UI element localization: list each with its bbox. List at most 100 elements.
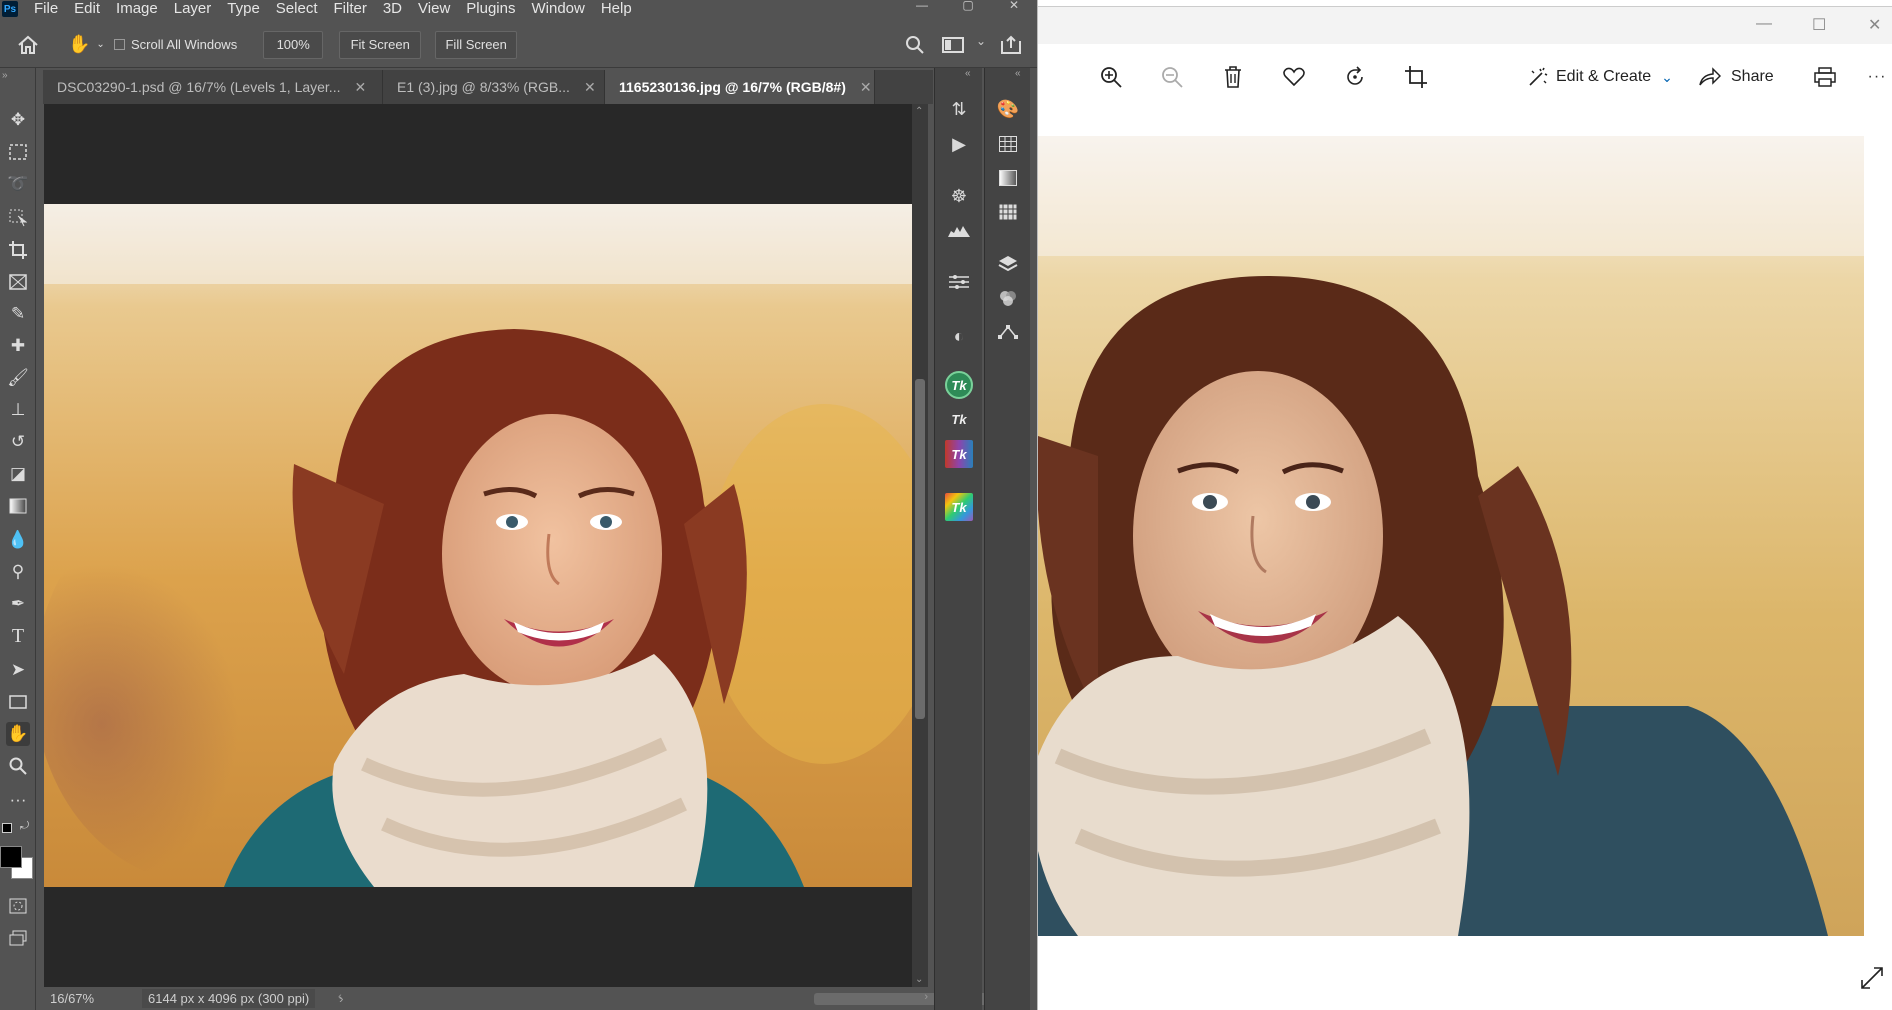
panel-collapse-icon[interactable]: « — [1015, 68, 1021, 79]
dodge-icon[interactable]: ⚲ — [6, 560, 30, 584]
search-icon[interactable] — [905, 35, 925, 58]
document-canvas[interactable] — [44, 104, 912, 987]
type-icon[interactable]: T — [6, 624, 30, 648]
close-icon[interactable]: ✕ — [354, 79, 366, 96]
path-select-icon[interactable]: ➤ — [6, 658, 30, 682]
edit-create-button[interactable]: Edit & Create ⌄ — [1528, 63, 1673, 91]
menu-filter[interactable]: Filter — [326, 0, 375, 18]
layers-icon[interactable] — [994, 250, 1022, 278]
gradient-icon[interactable] — [6, 494, 30, 518]
home-icon[interactable] — [8, 35, 48, 55]
workspace-icon[interactable] — [942, 36, 964, 57]
horizontal-scrollbar[interactable]: ‹ › — [336, 987, 1002, 1010]
hand-tool-preset-icon[interactable]: ✋ ⌄ — [68, 34, 108, 55]
tab-e1[interactable]: E1 (3).jpg @ 8/33% (RGB... ✕ — [383, 70, 605, 104]
menu-3d[interactable]: 3D — [375, 0, 410, 18]
tab-1165230136[interactable]: 1165230136.jpg @ 16/7% (RGB/8#) ✕ — [605, 70, 875, 104]
share-export-icon[interactable] — [1000, 35, 1022, 58]
scroll-up-icon[interactable]: ⌃ — [915, 106, 923, 117]
menu-image[interactable]: Image — [108, 0, 166, 18]
menu-file[interactable]: File — [26, 0, 66, 18]
menu-view[interactable]: View — [410, 0, 458, 18]
maximize-icon[interactable]: ☐ — [1812, 15, 1826, 35]
close-icon[interactable]: ✕ — [991, 0, 1037, 18]
maximize-icon[interactable]: ▢ — [945, 0, 991, 18]
paths-icon[interactable] — [994, 318, 1022, 346]
foreground-color-swatch[interactable] — [0, 846, 22, 868]
zoom-in-icon[interactable] — [1098, 64, 1124, 90]
close-icon[interactable]: ✕ — [860, 79, 872, 96]
rotate-icon[interactable] — [1342, 64, 1368, 90]
default-colors-icon[interactable] — [2, 823, 12, 833]
history-panel-icon[interactable]: ⇅ — [945, 95, 973, 123]
share-button[interactable]: Share — [1699, 63, 1774, 91]
menu-select[interactable]: Select — [268, 0, 326, 18]
vertical-scroll-thumb[interactable] — [915, 379, 925, 719]
scroll-down-icon[interactable]: ⌄ — [915, 974, 923, 985]
screen-mode-icon[interactable] — [6, 926, 30, 950]
menu-edit[interactable]: Edit — [66, 0, 108, 18]
workspace-chevron-icon[interactable]: ⌄ — [976, 34, 986, 48]
history-brush-icon[interactable]: ↺ — [6, 430, 30, 454]
eraser-icon[interactable]: ◪ — [6, 462, 30, 486]
menu-plugins[interactable]: Plugins — [458, 0, 523, 18]
adjustments-sliders-icon[interactable] — [945, 268, 973, 296]
menu-window[interactable]: Window — [523, 0, 592, 18]
pen-icon[interactable]: ✒ — [6, 592, 30, 616]
scroll-all-windows-checkbox[interactable] — [114, 39, 125, 50]
tab-dsc03290[interactable]: DSC03290-1.psd @ 16/7% (Levels 1, Layer.… — [43, 70, 383, 104]
close-icon[interactable]: ✕ — [584, 79, 596, 96]
crop-icon[interactable] — [6, 238, 30, 262]
tk-plugin-rainbow-icon[interactable]: Tk — [945, 493, 973, 521]
eyedropper-icon[interactable]: ✎ — [6, 302, 30, 326]
color-palette-icon[interactable]: 🎨 — [994, 95, 1022, 123]
tk-plugin-color-icon[interactable]: Tk — [945, 440, 973, 468]
quick-mask-icon[interactable] — [6, 894, 30, 918]
menu-type[interactable]: Type — [219, 0, 268, 18]
more-options-icon[interactable]: ··· — [1864, 64, 1890, 90]
tk-plugin-script-icon[interactable]: Tk — [945, 405, 973, 433]
channels-icon[interactable] — [994, 284, 1022, 312]
frame-icon[interactable] — [6, 270, 30, 294]
delete-icon[interactable] — [1220, 64, 1246, 90]
scroll-right-icon[interactable]: › — [924, 991, 928, 1003]
status-zoom[interactable]: 16/67% — [36, 991, 106, 1006]
swatches-grid-icon[interactable] — [994, 130, 1022, 158]
histogram-icon[interactable] — [945, 216, 973, 244]
move-icon[interactable]: ✥ — [6, 108, 30, 132]
healing-icon[interactable]: ✚ — [6, 334, 30, 358]
favorite-heart-icon[interactable] — [1281, 64, 1307, 90]
vertical-scrollbar[interactable]: ⌃ ⌄ — [912, 104, 928, 987]
actions-panel-icon[interactable]: ▶ — [945, 130, 973, 158]
patterns-icon[interactable] — [994, 198, 1022, 226]
panel-collapse-icon[interactable]: » — [2, 70, 8, 81]
minimize-icon[interactable]: — — [899, 0, 945, 18]
menu-help[interactable]: Help — [593, 0, 640, 18]
photos-viewer-image[interactable] — [1038, 136, 1864, 936]
properties-wheel-icon[interactable]: ☸ — [945, 182, 973, 210]
zoom-value-field[interactable]: 100% — [263, 30, 324, 59]
gradients-icon[interactable] — [994, 164, 1022, 192]
more-tools-icon[interactable]: ··· — [6, 788, 30, 812]
hand-icon[interactable]: ✋ — [6, 722, 30, 746]
menu-layer[interactable]: Layer — [166, 0, 220, 18]
stamp-icon[interactable]: ⊥ — [6, 398, 30, 422]
brush-icon[interactable]: 🖌 — [6, 366, 30, 390]
panel-collapse-icon[interactable]: « — [965, 68, 971, 79]
scroll-all-windows-option[interactable]: Scroll All Windows — [114, 37, 237, 52]
object-select-icon[interactable] — [6, 206, 30, 230]
tk-plugin-circle-icon[interactable]: Tk — [945, 371, 973, 399]
rectangle-icon[interactable] — [6, 690, 30, 714]
fit-screen-button[interactable]: Fit Screen — [339, 30, 422, 59]
close-icon[interactable]: ✕ — [1868, 15, 1881, 35]
print-icon[interactable] — [1812, 64, 1838, 90]
marquee-icon[interactable] — [6, 140, 30, 164]
adjustments-icon[interactable]: ◐ — [945, 322, 973, 350]
lasso-icon[interactable]: ➰ — [6, 172, 30, 196]
crop-icon[interactable] — [1403, 64, 1429, 90]
minimize-icon[interactable]: — — [1756, 15, 1772, 33]
swap-colors-icon[interactable]: ⤾ — [20, 820, 29, 833]
zoom-out-icon[interactable] — [1159, 64, 1185, 90]
full-screen-expand-icon[interactable] — [1860, 966, 1884, 995]
scroll-left-icon[interactable]: ‹ — [338, 991, 342, 1003]
